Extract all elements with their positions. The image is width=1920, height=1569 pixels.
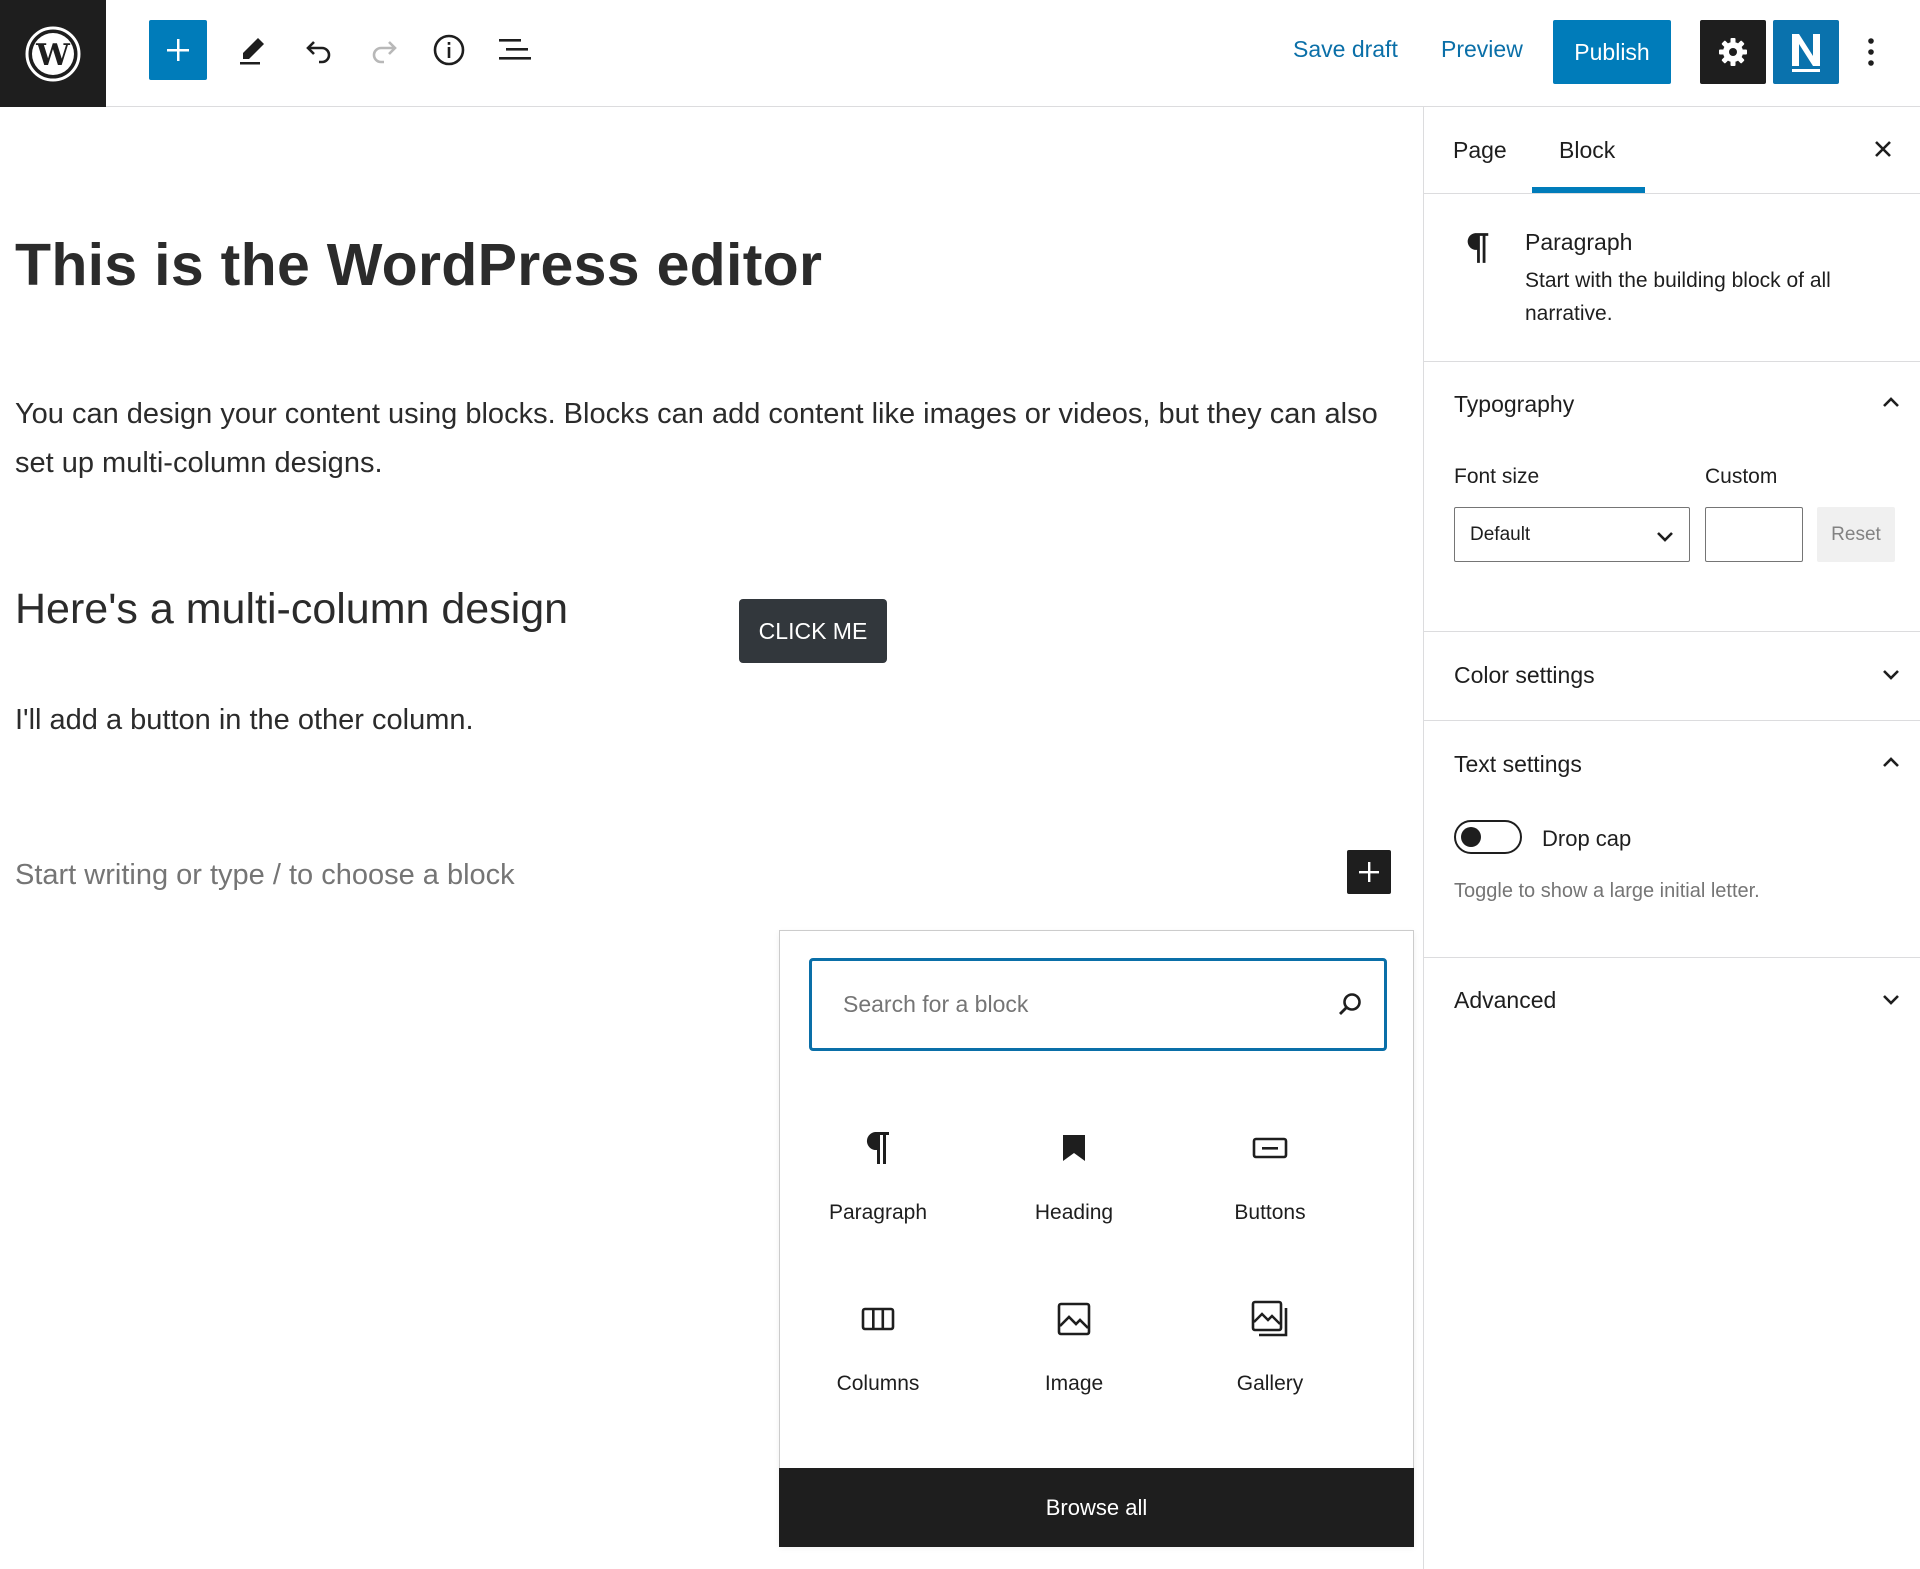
block-gallery[interactable]: Gallery (1172, 1294, 1368, 1424)
gallery-icon (1251, 1300, 1288, 1337)
post-heading[interactable]: This is the WordPress editor (15, 231, 822, 299)
close-icon (1875, 141, 1891, 157)
chevron-up-icon (1883, 397, 1899, 407)
wordpress-logo-icon[interactable]: W (0, 0, 106, 107)
column-heading[interactable]: Here's a multi-column design (15, 585, 568, 634)
paragraph-icon (866, 1132, 889, 1164)
buttons-icon (1252, 1137, 1288, 1159)
undo-icon (306, 41, 331, 64)
font-size-label: Font size (1454, 465, 1540, 488)
plus-icon (1359, 862, 1379, 882)
block-buttons[interactable]: Buttons (1172, 1123, 1368, 1253)
block-columns[interactable]: Columns (780, 1294, 976, 1424)
panel-title: Text settings (1454, 751, 1582, 777)
block-label: Paragraph (828, 1201, 928, 1224)
chevron-up-icon (1883, 757, 1899, 767)
options-menu-button[interactable] (1856, 30, 1886, 74)
svg-text:W: W (35, 38, 71, 73)
info-icon (433, 34, 465, 66)
close-sidebar-button[interactable] (1868, 134, 1898, 164)
drop-cap-toggle[interactable] (1454, 820, 1522, 854)
preview-link[interactable]: Preview (1441, 36, 1523, 63)
click-me-button[interactable]: CLICK ME (739, 599, 887, 663)
block-label: Image (1044, 1372, 1104, 1395)
paragraph-icon (1467, 233, 1489, 263)
browse-all-button[interactable]: Browse all (779, 1468, 1414, 1547)
editor-canvas: This is the WordPress editor You can des… (0, 107, 1423, 1569)
block-label: Columns (836, 1372, 920, 1395)
block-search (809, 958, 1387, 1051)
column-paragraph[interactable]: I'll add a button in the other column. (15, 704, 474, 737)
paragraph-block[interactable]: You can design your content using blocks… (15, 390, 1405, 488)
undo-button[interactable] (290, 20, 348, 80)
block-card-title: Paragraph (1525, 229, 1633, 255)
publish-button[interactable]: Publish (1553, 20, 1671, 84)
search-input[interactable] (841, 961, 1321, 1048)
panel-title: Advanced (1454, 987, 1557, 1013)
block-label: Buttons (1234, 1201, 1306, 1224)
n-plugin-icon (1792, 34, 1820, 72)
font-size-value: Default (1470, 524, 1531, 545)
block-paragraph[interactable]: Paragraph (780, 1123, 976, 1253)
reset-button[interactable]: Reset (1817, 507, 1895, 562)
panel-title: Typography (1454, 391, 1575, 417)
redo-icon (372, 41, 397, 64)
drop-cap-help: Toggle to show a large initial letter. (1454, 880, 1760, 902)
block-card-description: Start with the building block of all nar… (1525, 269, 1831, 325)
columns-icon (861, 1307, 895, 1331)
plus-icon (167, 39, 189, 61)
text-settings-panel-toggle[interactable]: Text settings (1424, 723, 1920, 799)
block-inserter-popover: Paragraph Heading Buttons (779, 930, 1414, 1547)
typography-panel-toggle[interactable]: Typography (1424, 363, 1920, 439)
custom-size-label: Custom (1705, 465, 1778, 488)
drop-cap-label: Drop cap (1542, 826, 1632, 851)
sidebar-tabs: Page Block (1424, 107, 1920, 194)
block-label: Gallery (1236, 1372, 1304, 1395)
chevron-down-icon (1657, 532, 1673, 542)
save-draft-link[interactable]: Save draft (1293, 36, 1398, 63)
divider (1424, 720, 1920, 721)
settings-sidebar: Page Block Paragraph Start with the buil… (1423, 107, 1920, 1569)
advanced-panel-toggle[interactable]: Advanced (1424, 959, 1920, 1035)
active-tab-indicator (1532, 187, 1645, 193)
add-block-button[interactable] (149, 20, 207, 80)
kebab-icon (1868, 38, 1874, 66)
redo-button[interactable] (355, 20, 413, 80)
inline-add-block-button[interactable] (1347, 850, 1391, 894)
chevron-down-icon (1883, 995, 1899, 1005)
toggle-knob (1461, 827, 1481, 847)
chevron-down-icon (1883, 670, 1899, 680)
list-view-icon (499, 39, 531, 60)
top-toolbar: W Save draft Preview Publish (0, 0, 1920, 107)
divider (1424, 631, 1920, 632)
block-card: Paragraph Start with the building block … (1424, 194, 1920, 362)
image-icon (1057, 1302, 1091, 1336)
bookmark-icon (1063, 1135, 1085, 1161)
tab-page[interactable]: Page (1453, 137, 1507, 164)
pencil-icon (240, 38, 264, 65)
font-size-select[interactable]: Default (1454, 507, 1690, 562)
n-plugin-button[interactable] (1773, 20, 1839, 84)
tools-button[interactable] (223, 20, 281, 80)
panel-title: Color settings (1454, 662, 1595, 688)
settings-button[interactable] (1700, 20, 1766, 84)
divider (1424, 957, 1920, 958)
block-placeholder[interactable]: Start writing or type / to choose a bloc… (15, 859, 515, 892)
search-icon (1339, 993, 1361, 1015)
details-button[interactable] (420, 20, 478, 80)
custom-size-input[interactable] (1705, 507, 1803, 562)
block-heading[interactable]: Heading (976, 1123, 1172, 1253)
color-settings-panel-toggle[interactable]: Color settings (1424, 634, 1920, 710)
list-view-button[interactable] (486, 20, 544, 80)
block-label: Heading (1034, 1201, 1114, 1224)
gear-icon (1719, 38, 1747, 66)
block-image[interactable]: Image (976, 1294, 1172, 1424)
tab-block[interactable]: Block (1559, 137, 1615, 164)
